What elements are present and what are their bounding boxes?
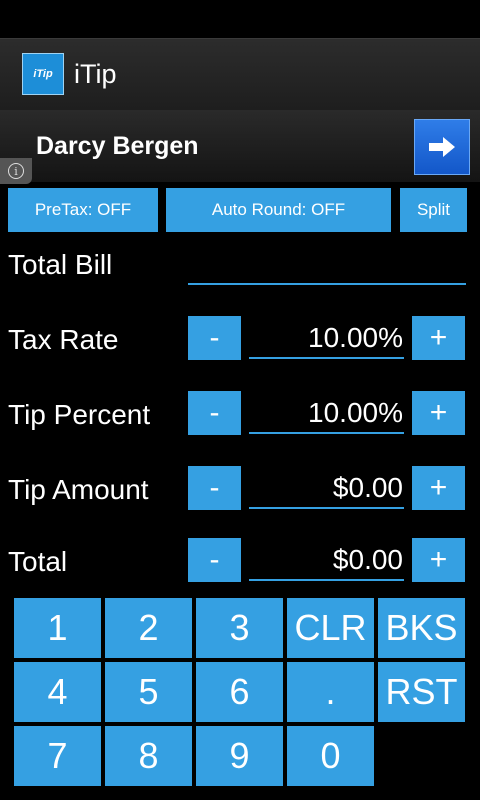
tip-percent-plus-button[interactable]: + bbox=[412, 391, 465, 435]
app-logo: iTip bbox=[22, 53, 64, 95]
total-underline bbox=[249, 579, 404, 581]
key-6-button[interactable]: 6 bbox=[196, 662, 283, 722]
total-plus-button[interactable]: + bbox=[412, 538, 465, 582]
tip-amount-minus-button[interactable]: - bbox=[188, 466, 241, 510]
decimal-point-button[interactable]: . bbox=[287, 662, 374, 722]
total-minus-button[interactable]: - bbox=[188, 538, 241, 582]
reset-button[interactable]: RST bbox=[378, 662, 465, 722]
tip-percent-input[interactable]: 10.00% bbox=[249, 397, 403, 429]
key-7-button[interactable]: 7 bbox=[14, 726, 101, 786]
tax-rate-label: Tax Rate bbox=[8, 324, 119, 355]
key-8-button[interactable]: 8 bbox=[105, 726, 192, 786]
ad-arrow-button[interactable] bbox=[414, 119, 470, 175]
tip-amount-plus-button[interactable]: + bbox=[412, 466, 465, 510]
tip-percent-minus-button[interactable]: - bbox=[188, 391, 241, 435]
tax-rate-plus-button[interactable]: + bbox=[412, 316, 465, 360]
app-logo-text: iTip bbox=[33, 68, 53, 80]
info-icon: i bbox=[8, 163, 24, 179]
key-9-button[interactable]: 9 bbox=[196, 726, 283, 786]
action-bar: iTip iTip bbox=[0, 38, 480, 110]
tax-rate-underline bbox=[249, 357, 404, 359]
key-2-button[interactable]: 2 bbox=[105, 598, 192, 658]
tax-rate-minus-button[interactable]: - bbox=[188, 316, 241, 360]
app-title: iTip bbox=[74, 59, 117, 89]
tip-amount-underline bbox=[249, 507, 404, 509]
ad-banner[interactable]: Darcy Bergen i bbox=[0, 110, 480, 184]
total-input[interactable]: $0.00 bbox=[249, 544, 403, 576]
tip-amount-input[interactable]: $0.00 bbox=[249, 472, 403, 504]
tip-percent-underline bbox=[249, 432, 404, 434]
pretax-toggle-button[interactable]: PreTax: OFF bbox=[8, 188, 158, 232]
auto-round-toggle-button[interactable]: Auto Round: OFF bbox=[166, 188, 391, 232]
backspace-button[interactable]: BKS bbox=[378, 598, 465, 658]
status-bar bbox=[0, 0, 480, 38]
key-0-button[interactable]: 0 bbox=[287, 726, 374, 786]
arrow-right-icon bbox=[429, 137, 455, 157]
tip-percent-label: Tip Percent bbox=[8, 399, 151, 430]
ad-info-button[interactable]: i bbox=[0, 158, 32, 184]
key-5-button[interactable]: 5 bbox=[105, 662, 192, 722]
split-button[interactable]: Split bbox=[400, 188, 467, 232]
key-3-button[interactable]: 3 bbox=[196, 598, 283, 658]
total-bill-underline bbox=[188, 283, 466, 285]
total-bill-label: Total Bill bbox=[8, 249, 113, 280]
ad-name: Darcy Bergen bbox=[36, 132, 199, 160]
key-4-button[interactable]: 4 bbox=[14, 662, 101, 722]
total-label: Total bbox=[8, 546, 68, 577]
key-1-button[interactable]: 1 bbox=[14, 598, 101, 658]
tip-amount-label: Tip Amount bbox=[8, 474, 149, 505]
tax-rate-input[interactable]: 10.00% bbox=[249, 322, 403, 354]
clear-button[interactable]: CLR bbox=[287, 598, 374, 658]
